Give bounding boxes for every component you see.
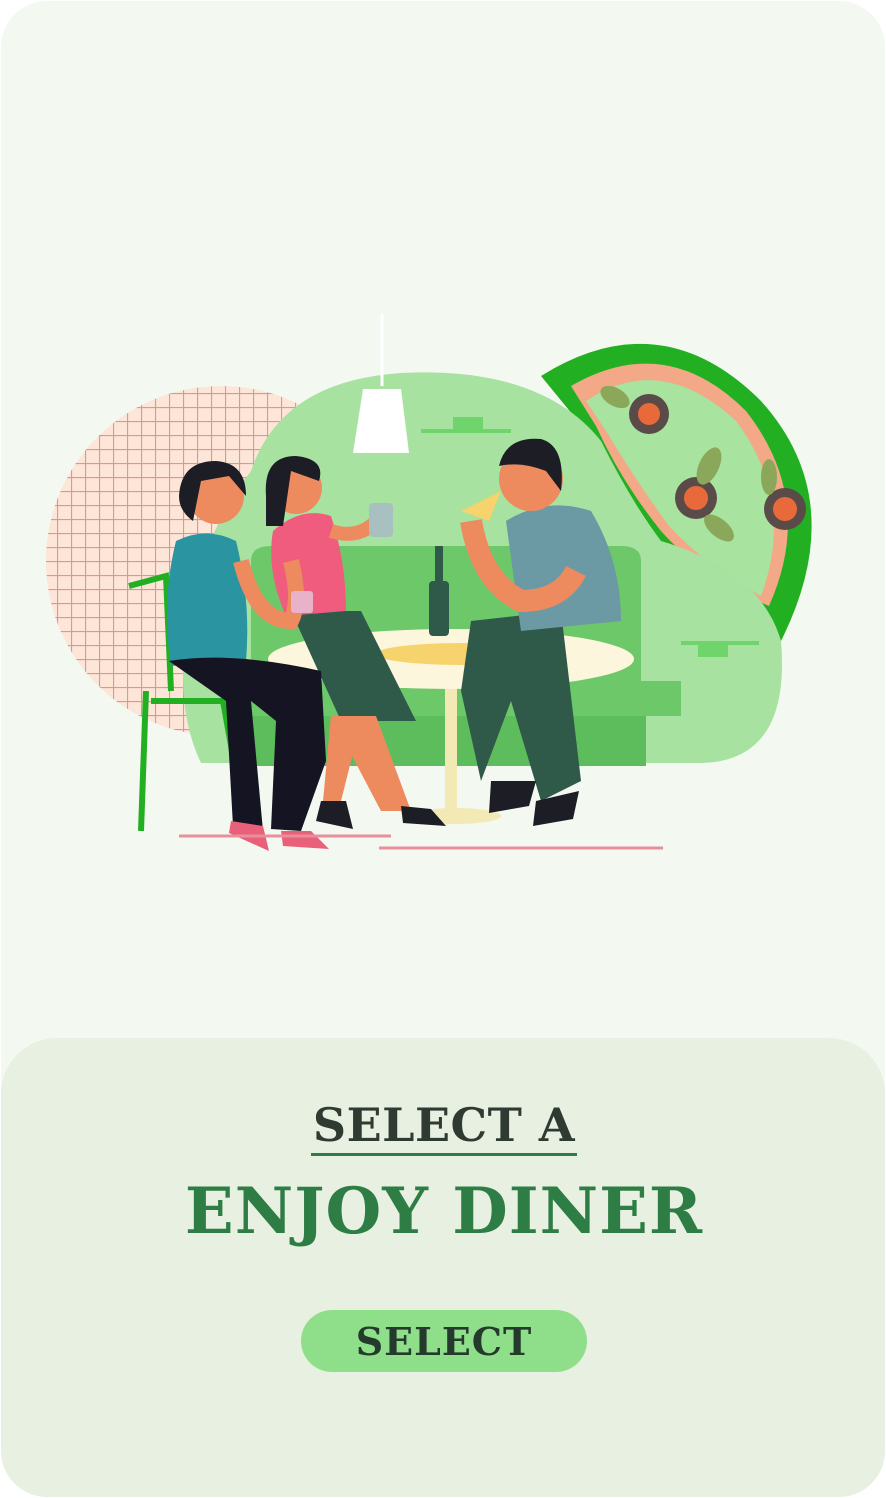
select-button[interactable]: SELECT: [301, 1310, 587, 1372]
subtitle-text: SELECT A: [310, 1100, 578, 1156]
diners-at-table-illustration: [46, 314, 812, 851]
subtitle-heading: SELECT A: [1, 1098, 885, 1156]
page-title: ENJOY DINER: [184, 1174, 704, 1249]
screen-card: SELECT A ENJOY DINER SELECT: [1, 1, 885, 1497]
